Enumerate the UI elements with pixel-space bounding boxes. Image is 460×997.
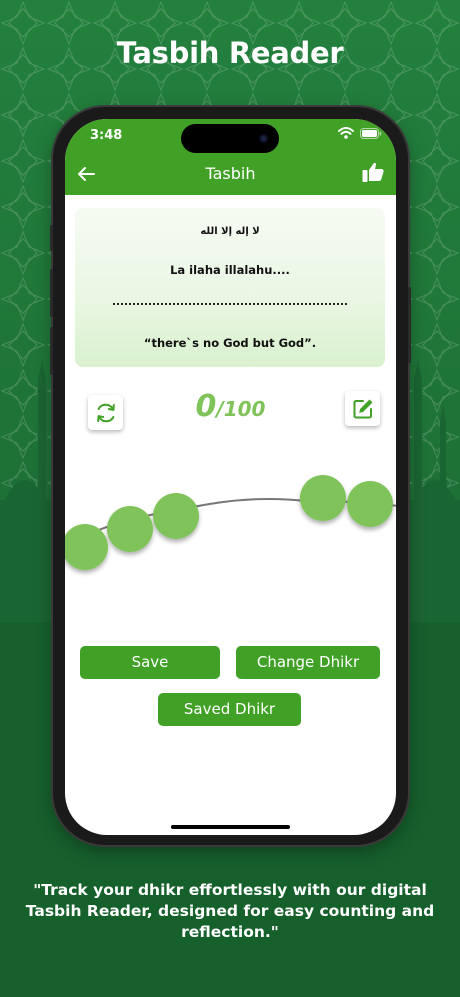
phone-power-button (408, 287, 411, 363)
screen-title: Tasbih (205, 164, 256, 183)
saved-dhikr-button[interactable]: Saved Dhikr (158, 693, 301, 726)
phone-side-button (50, 225, 53, 251)
counter-count: 0 (195, 389, 217, 424)
dhikr-meaning: “there`s no God but God”. (143, 336, 317, 350)
dhikr-card: لا إله إلا الله La ilaha illalahu.... “t… (75, 208, 385, 367)
dhikr-transliteration: La ilaha illalahu.... (170, 263, 290, 277)
change-dhikr-button[interactable]: Change Dhikr (236, 646, 380, 679)
status-time: 3:48 (90, 128, 123, 143)
edit-button[interactable] (345, 391, 380, 426)
bead (153, 493, 199, 539)
camera-icon (259, 134, 268, 143)
bead (107, 506, 153, 552)
dhikr-arabic-text: لا إله إلا الله (200, 226, 260, 237)
bead (300, 475, 346, 521)
save-button[interactable]: Save (80, 646, 220, 679)
phone-volume-down (50, 327, 53, 375)
dotted-divider (113, 303, 347, 305)
tasbih-beads[interactable] (65, 459, 396, 589)
battery-icon (360, 127, 382, 139)
app-header: 3:48 Tasbih (65, 119, 396, 195)
counter-total: 100 (223, 397, 266, 421)
page-headline: Tasbih Reader (116, 36, 344, 70)
edit-icon (353, 399, 372, 418)
phone-volume-up (50, 269, 53, 317)
app-screen: 3:48 Tasbih لا إله إلا الله La ilaha ill… (65, 119, 396, 835)
promo-tagline: "Track your dhikr effortlessly with our … (25, 881, 435, 941)
home-indicator (171, 825, 290, 829)
bead (65, 524, 108, 570)
status-icons (338, 127, 382, 139)
bead (347, 481, 393, 527)
counter-separator: / (216, 397, 224, 421)
thumbs-up-icon[interactable] (361, 160, 385, 184)
wifi-icon (338, 127, 354, 139)
dynamic-island (181, 124, 279, 153)
